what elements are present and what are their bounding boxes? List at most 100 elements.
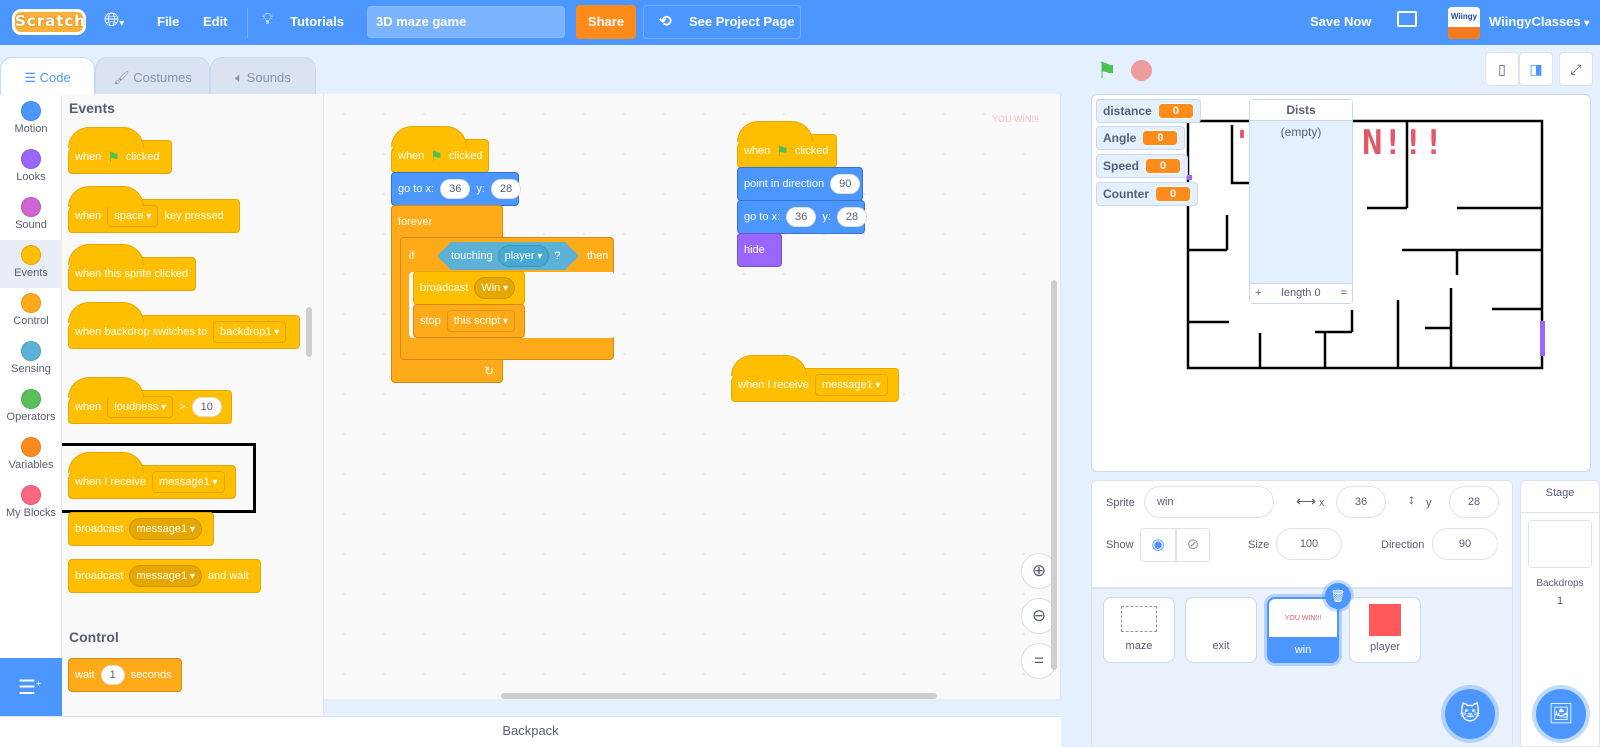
category-sound[interactable]: Sound [0, 192, 62, 240]
add-extension-button[interactable]: ☰+ [0, 658, 62, 716]
script2-when-flag-clicked[interactable]: when ⚑ clicked [737, 121, 837, 168]
my-stuff-folder-icon[interactable] [1397, 11, 1417, 27]
file-menu[interactable]: File [157, 14, 179, 29]
message-dropdown[interactable]: message1 [151, 471, 225, 493]
category-control[interactable]: Control [0, 288, 62, 336]
category-events[interactable]: Events [0, 240, 62, 288]
block-broadcast-and-wait[interactable]: broadcast message1 and wait [68, 559, 261, 593]
category-variables[interactable]: Variables [0, 432, 62, 480]
code-workspace[interactable]: YOU WIN!!! when ⚑ clicked go to x: 36 y: 28 f… [324, 94, 1061, 699]
avatar[interactable]: Wiingy [1448, 7, 1480, 39]
vertical-scrollbar[interactable] [1051, 280, 1057, 670]
small-stage-button[interactable]: ▯ [1485, 52, 1519, 86]
y-input[interactable]: 28 [1449, 486, 1499, 518]
fullscreen-button[interactable]: ⤢ [1559, 52, 1593, 86]
show-hidden-button[interactable]: ⊘ [1176, 528, 1210, 562]
tab-sounds[interactable]: 🔈︎ Sounds [210, 57, 316, 95]
category-my-blocks[interactable]: My Blocks [0, 480, 62, 528]
list-resize-handle[interactable]: = [1341, 287, 1347, 300]
edit-menu[interactable]: Edit [203, 14, 228, 29]
key-dropdown[interactable]: space [107, 205, 159, 227]
touching-sensing-block[interactable]: touching player ? [437, 242, 579, 270]
choose-backdrop-button[interactable]: 🖼︎ [1536, 689, 1586, 739]
stage-canvas[interactable]: N!!! 'T distance0 Angle0 Speed0 Counter0… [1091, 94, 1591, 472]
choose-sprite-button[interactable]: 🐱︎ [1445, 689, 1495, 739]
block-when-backdrop-switches[interactable]: when backdrop switches to backdrop1 [68, 302, 300, 349]
sprite-tile-exit[interactable]: exit [1185, 597, 1257, 663]
script1-broadcast-win[interactable]: broadcast Win [413, 271, 525, 305]
show-visible-button[interactable]: ◉ [1140, 528, 1176, 562]
stage-panel[interactable]: Stage Backdrops 1 🖼︎ [1520, 480, 1600, 747]
number-input[interactable]: 1 [100, 665, 125, 685]
monitor-angle[interactable]: Angle 0 [1096, 126, 1186, 150]
delete-sprite-button[interactable]: 🗑︎ [1325, 583, 1351, 609]
list-add-button[interactable]: + [1255, 287, 1261, 300]
message-dropdown[interactable]: message1 [814, 374, 888, 396]
stage-thumbnail[interactable] [1528, 520, 1592, 568]
palette-scrollbar[interactable] [306, 307, 312, 357]
monitor-distance[interactable]: distance 0 [1096, 99, 1201, 123]
block-broadcast[interactable]: broadcast message1 [68, 512, 214, 546]
message-dropdown[interactable]: Win [474, 277, 516, 299]
message-dropdown[interactable]: message1 [129, 565, 202, 587]
see-project-page-button[interactable]: ⟲ See Project Page [643, 5, 801, 39]
tab-costumes[interactable]: 🖌︎ Costumes [95, 57, 210, 95]
backpack[interactable]: Backpack [0, 716, 1061, 747]
sprite-dropdown[interactable]: player [497, 245, 550, 267]
normal-stage-button[interactable]: ◨ [1519, 52, 1553, 86]
x-input[interactable]: 36 [1336, 486, 1386, 518]
direction-input[interactable]: 90 [830, 174, 861, 194]
sprite-tile-win[interactable]: YOU WIN!!! win [1267, 597, 1339, 663]
script2-go-to-xy[interactable]: go to x: 36 y: 28 [737, 200, 868, 234]
green-flag-button[interactable]: ⚑ [1097, 58, 1117, 84]
category-sensing[interactable]: Sensing [0, 336, 62, 384]
block-wait-seconds[interactable]: wait 1 seconds [68, 658, 182, 692]
size-input[interactable]: 100 [1276, 528, 1342, 560]
tab-code[interactable]: ☰ Code [0, 57, 95, 95]
block-when-i-receive[interactable]: when I receive message1 [68, 452, 236, 499]
events-heading: Events [69, 100, 115, 116]
horizontal-scrollbar[interactable] [501, 693, 937, 699]
block-text: clicked [125, 151, 160, 163]
tutorials-button[interactable]: Tutorials [290, 14, 344, 29]
block-text: and wait [207, 570, 249, 582]
block-text: when I receive [75, 476, 146, 488]
script2-hide[interactable]: hide [737, 233, 782, 267]
category-operators[interactable]: Operators [0, 384, 62, 432]
block-when-sprite-clicked[interactable]: when this sprite clicked [68, 244, 196, 291]
scratch-logo[interactable]: Scratch [12, 9, 86, 35]
sensor-dropdown[interactable]: loudness [107, 396, 174, 418]
sprite-tile-maze[interactable]: maze [1103, 597, 1175, 663]
save-now-button[interactable]: Save Now [1310, 14, 1371, 29]
block-when-loudness[interactable]: when loudness >10 [68, 377, 232, 424]
list-monitor-dists[interactable]: Dists (empty) + length 0 = [1249, 99, 1353, 304]
account-menu[interactable]: WiingyClasses ▾ [1489, 14, 1589, 29]
sprite-tile-player[interactable]: player [1349, 597, 1421, 663]
stop-dropdown[interactable]: this script [446, 310, 516, 332]
y-input[interactable]: 28 [490, 179, 522, 199]
y-input[interactable]: 28 [836, 207, 868, 227]
x-input[interactable]: 36 [786, 207, 817, 227]
sprite-name-input[interactable]: win [1144, 486, 1274, 518]
language-globe-icon[interactable]: 🌐︎▾ [104, 10, 124, 32]
script1-stop[interactable]: stop this script [413, 304, 525, 338]
project-page-icon: ⟲ [659, 13, 672, 30]
number-input[interactable]: 10 [191, 397, 222, 417]
script1-when-flag-clicked[interactable]: when ⚑ clicked [391, 126, 489, 173]
direction-input[interactable]: 90 [1432, 528, 1498, 560]
monitor-counter[interactable]: Counter 0 [1096, 182, 1199, 206]
script3-when-i-receive[interactable]: when I receive message1 [731, 355, 899, 402]
message-dropdown[interactable]: message1 [129, 518, 202, 540]
share-button[interactable]: Share [576, 5, 636, 39]
backdrop-dropdown[interactable]: backdrop1 [213, 321, 287, 343]
block-when-flag-clicked[interactable]: when ⚑ clicked [68, 127, 172, 174]
monitor-speed[interactable]: Speed 0 [1096, 154, 1189, 178]
project-title-input[interactable]: 3D maze game [367, 6, 565, 38]
x-input[interactable]: 36 [440, 179, 471, 199]
stop-button[interactable] [1131, 60, 1152, 81]
block-when-key-pressed[interactable]: when space key pressed [68, 186, 240, 233]
category-looks[interactable]: Looks [0, 144, 62, 192]
category-motion[interactable]: Motion [0, 96, 62, 144]
script1-go-to-xy[interactable]: go to x: 36 y: 28 [391, 172, 522, 206]
script2-point-in-direction[interactable]: point in direction 90 [737, 167, 863, 201]
